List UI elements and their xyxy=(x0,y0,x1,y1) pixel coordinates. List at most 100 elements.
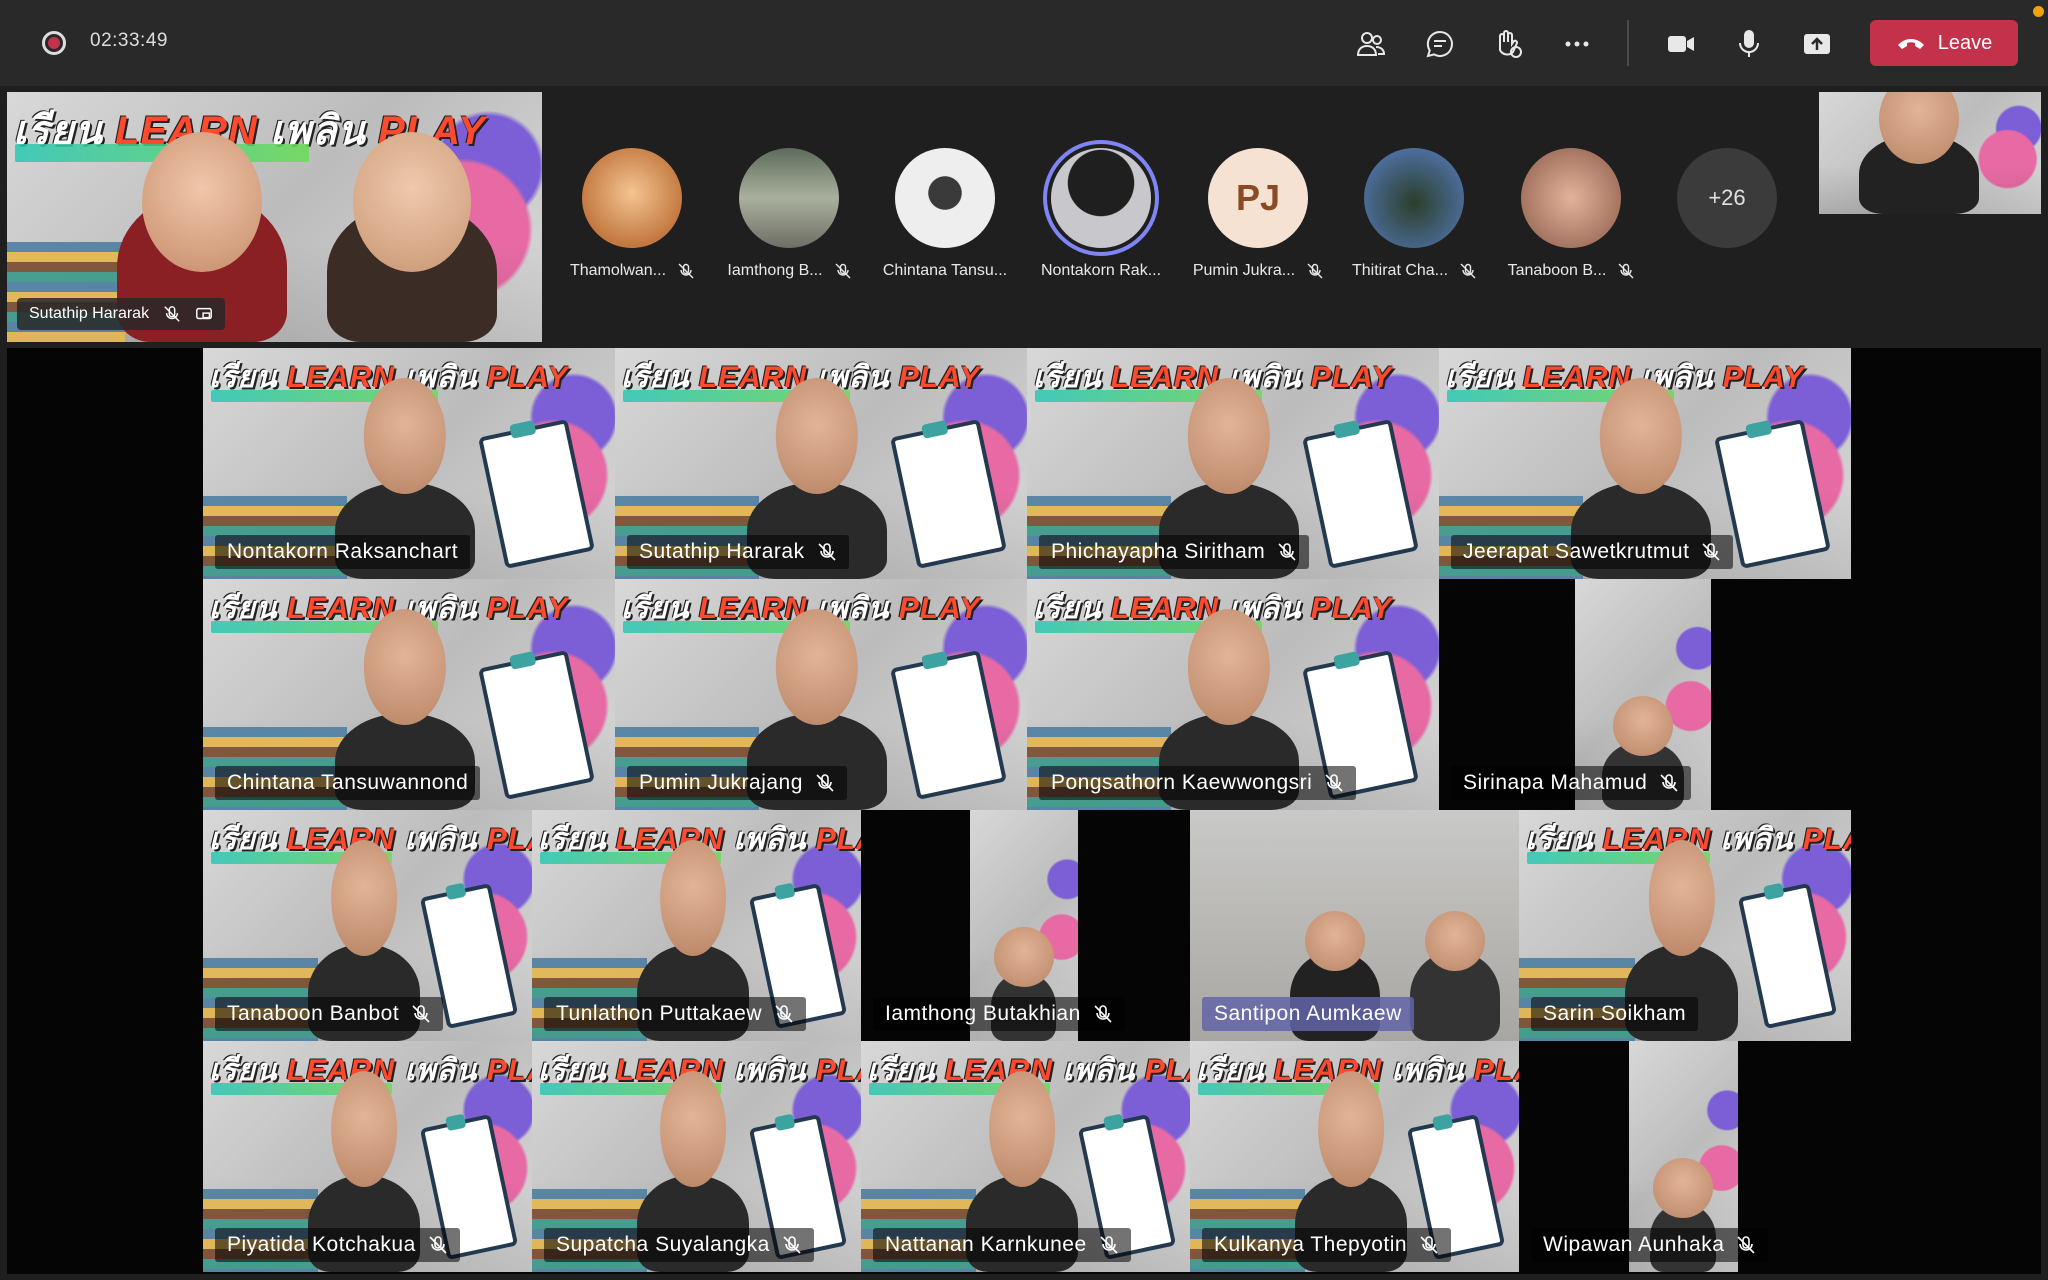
participant-name-label: Piyatida Kotchakua xyxy=(215,1228,460,1262)
video-tile[interactable]: เรียน LEARN เพลิน PLAY Sutathip Hararak xyxy=(615,348,1027,579)
video-tile[interactable]: เรียน LEARN เพลิน PLAY Phichayapha Sirith… xyxy=(1027,348,1439,579)
chat-button[interactable] xyxy=(1418,22,1462,66)
participant-name-label: Nattanan Karnkunee xyxy=(873,1228,1131,1262)
video-tile[interactable]: เรียน LEARN เพลิน PLAYSarin Soikham xyxy=(1519,810,1851,1041)
avatar[interactable] xyxy=(1364,148,1464,248)
leave-button[interactable]: Leave xyxy=(1870,20,2018,66)
avatar-active-speaker[interactable] xyxy=(1051,148,1151,248)
raise-hand-icon xyxy=(1499,30,1522,58)
clipboard-graphic xyxy=(1738,882,1838,1029)
video-tile[interactable]: เรียน LEARN เพลิน PLAY Nontakorn Raksanch… xyxy=(203,348,615,579)
participant-name-label: Santipon Aumkaew xyxy=(1202,997,1414,1031)
people-button[interactable] xyxy=(1349,22,1393,66)
clipboard-graphic xyxy=(890,649,1007,800)
share-screen-icon xyxy=(1804,34,1830,54)
participant-name-label: Tunlathon Puttakaew xyxy=(544,997,807,1031)
participant-video xyxy=(327,132,497,342)
video-tile[interactable]: เรียน LEARN เพลิน PLAYSupatcha Suyalangk… xyxy=(532,1041,861,1272)
participant-name-label: Nontakorn Raksanchart xyxy=(215,535,471,569)
avatar-initials[interactable]: PJ xyxy=(1208,148,1308,248)
mic-off-icon xyxy=(412,1005,430,1023)
mic-off-icon xyxy=(1702,543,1721,561)
mic-off-icon xyxy=(1325,774,1343,792)
chat-icon xyxy=(1426,30,1453,58)
camera-button[interactable] xyxy=(1659,22,1703,66)
avatar-name: Iamthong B... xyxy=(704,262,874,280)
mic-off-icon xyxy=(1660,774,1678,792)
participant-name-label: Chintana Tansuwannond xyxy=(215,766,481,800)
featured-name-label: Sutathip Hararak xyxy=(17,298,226,330)
participant-name-label: Wipawan Aunhaka xyxy=(1531,1228,1769,1262)
avatar-name: Tanaboon B... xyxy=(1486,262,1656,280)
video-grid: เรียน LEARN เพลิน PLAY Nontakorn Raksanch… xyxy=(7,348,2041,1274)
reactions-button[interactable] xyxy=(1486,22,1530,66)
mic-off-icon xyxy=(164,306,180,322)
notification-dot xyxy=(2033,6,2044,17)
mic-off-icon xyxy=(678,263,694,279)
video-tile[interactable]: Sirinapa Mahamud xyxy=(1439,579,1851,810)
clipboard-graphic xyxy=(478,418,595,569)
mic-off-icon xyxy=(1737,1236,1756,1254)
mic-off-icon xyxy=(1278,543,1296,561)
meeting-timer: 02:33:49 xyxy=(90,30,168,51)
avatar[interactable] xyxy=(895,148,995,248)
mic-off-icon xyxy=(1420,1236,1438,1254)
share-screen-button[interactable] xyxy=(1795,22,1839,66)
recording-indicator-icon xyxy=(42,31,66,55)
leave-label: Leave xyxy=(1937,31,1993,54)
clipboard-graphic xyxy=(478,649,595,800)
teams-meeting-window: 02:33:49 Leave เรียน LEARN เพลิน PLAY Su… xyxy=(0,0,2048,1280)
video-tile[interactable]: เรียน LEARN เพลิน PLAYKulkanya Thepyotin xyxy=(1190,1041,1519,1272)
participant-name-label: Sirinapa Mahamud xyxy=(1451,766,1692,800)
mic-off-icon xyxy=(835,263,851,279)
mic-off-icon xyxy=(1460,263,1476,279)
meeting-toolbar: 02:33:49 Leave xyxy=(0,0,2048,86)
video-tile[interactable]: เรียน LEARN เพลิน PLAY Jeerapat Sawetkrut… xyxy=(1439,348,1851,579)
participant-name-label: Pumin Jukrajang xyxy=(627,766,847,800)
mic-off-icon xyxy=(1094,1005,1112,1023)
avatar-name: Thitirat Cha... xyxy=(1329,262,1499,280)
video-tile[interactable]: Santipon Aumkaew xyxy=(1190,810,1519,1041)
screen-share-indicator-icon xyxy=(196,307,212,320)
mic-off-icon xyxy=(818,543,836,561)
mic-off-icon xyxy=(816,774,834,792)
participant-video xyxy=(1410,911,1500,1041)
video-tile[interactable]: เรียน LEARN เพลิน PLAY Pongsathorn Kaewwo… xyxy=(1027,579,1439,810)
more-participants-button[interactable]: +26 xyxy=(1677,148,1777,248)
mic-off-icon xyxy=(1307,263,1323,279)
video-tile[interactable]: เรียน LEARN เพลิน PLAY Chintana Tansuwann… xyxy=(203,579,615,810)
avatar-name: Thamolwan... xyxy=(547,262,717,280)
video-tile[interactable]: เรียน LEARN เพลิน PLAYTunlathon Puttakae… xyxy=(532,810,861,1041)
self-view-video[interactable] xyxy=(1819,92,2041,214)
video-tile[interactable]: Wipawan Aunhaka xyxy=(1519,1041,1851,1272)
video-tile[interactable]: เรียน LEARN เพลิน PLAYNattanan Karnkunee xyxy=(861,1041,1190,1272)
clipboard-graphic xyxy=(1302,418,1419,569)
video-tile[interactable]: Iamthong Butakhian xyxy=(861,810,1190,1041)
more-options-button[interactable] xyxy=(1555,22,1599,66)
participant-name-label: Tanaboon Banbot xyxy=(215,997,444,1031)
video-tile[interactable]: เรียน LEARN เพลิน PLAYPiyatida Kotchakua xyxy=(203,1041,532,1272)
mic-off-icon xyxy=(775,1005,793,1023)
featured-video-tile[interactable]: เรียน LEARN เพลิน PLAY Sutathip Hararak xyxy=(7,92,542,342)
avatar[interactable] xyxy=(1521,148,1621,248)
mic-off-icon xyxy=(1100,1236,1118,1254)
participant-name-label: Pongsathorn Kaewwongsri xyxy=(1039,766,1357,800)
participant-name-label: Sutathip Hararak xyxy=(627,535,849,569)
participant-name-label: Jeerapat Sawetkrutmut xyxy=(1451,535,1734,569)
avatar[interactable] xyxy=(739,148,839,248)
toolbar-divider xyxy=(1627,20,1629,66)
microphone-button[interactable] xyxy=(1727,22,1771,66)
mic-off-icon xyxy=(1618,263,1634,279)
avatar[interactable] xyxy=(582,148,682,248)
avatar-name: Nontakorn Rak... xyxy=(1040,262,1162,279)
avatar-name: Chintana Tansu... xyxy=(882,262,1008,279)
microphone-icon xyxy=(1739,30,1759,57)
participant-name-label: Sarin Soikham xyxy=(1531,997,1699,1031)
participant-name-label: Iamthong Butakhian xyxy=(873,997,1125,1031)
video-tile[interactable]: เรียน LEARN เพลิน PLAY Pumin Jukrajang xyxy=(615,579,1027,810)
mic-off-icon xyxy=(783,1236,801,1254)
mic-off-icon xyxy=(429,1236,447,1254)
clipboard-graphic xyxy=(890,418,1007,569)
video-tile[interactable]: เรียน LEARN เพลิน PLAYTanaboon Banbot xyxy=(203,810,532,1041)
more-options-icon xyxy=(1565,41,1589,47)
